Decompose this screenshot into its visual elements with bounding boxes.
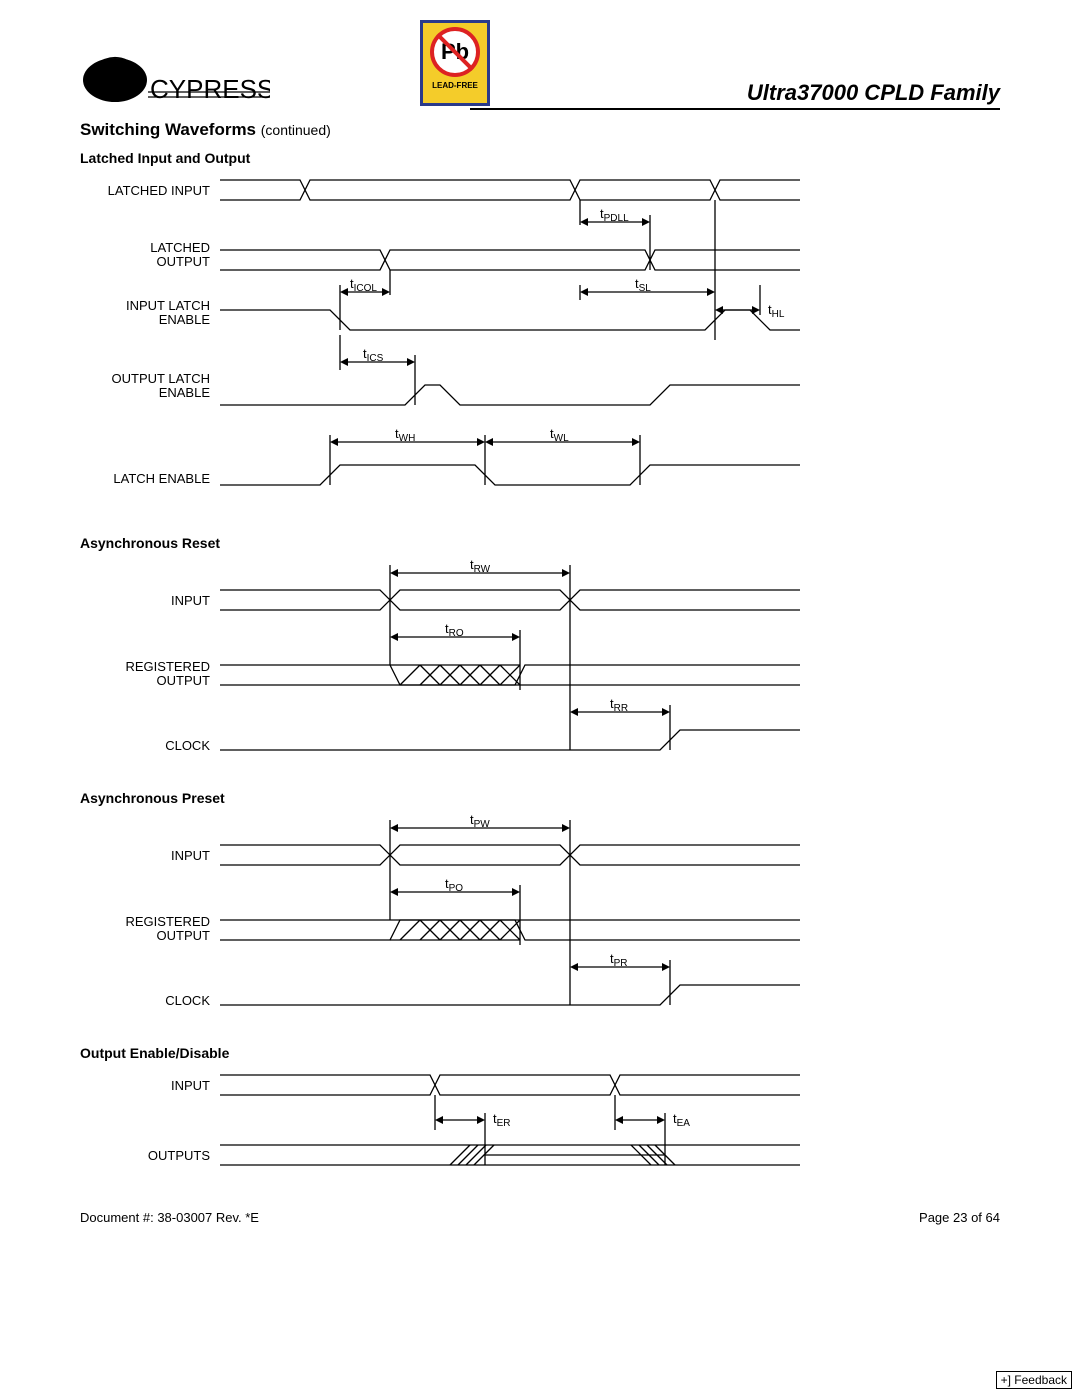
page-footer: Document #: 38-03007 Rev. *E Page 23 of … bbox=[80, 1210, 1000, 1225]
svg-text:REGISTERED: REGISTERED bbox=[125, 914, 210, 929]
product-family-title: Ultra37000 CPLD Family bbox=[470, 80, 1000, 110]
svg-text:CLOCK: CLOCK bbox=[165, 738, 210, 753]
subsection-latched: Latched Input and Output bbox=[80, 150, 1000, 166]
svg-text:tPW: tPW bbox=[470, 812, 490, 830]
svg-text:OUTPUT: OUTPUT bbox=[157, 673, 211, 688]
svg-text:LATCHED: LATCHED bbox=[150, 240, 210, 255]
svg-text:CYPRESS: CYPRESS bbox=[150, 74, 270, 104]
svg-text:ENABLE: ENABLE bbox=[159, 385, 211, 400]
svg-text:LATCH ENABLE: LATCH ENABLE bbox=[113, 471, 210, 486]
svg-text:tSL: tSL bbox=[635, 276, 651, 294]
svg-text:tPDLL: tPDLL bbox=[600, 206, 629, 224]
page-header: CYPRESS Pb LEAD-FREE Ultra37000 CPLD Fam… bbox=[80, 20, 1000, 110]
svg-text:tRW: tRW bbox=[470, 557, 491, 575]
svg-text:REGISTERED: REGISTERED bbox=[125, 659, 210, 674]
svg-text:tPR: tPR bbox=[610, 951, 628, 969]
svg-text:OUTPUT: OUTPUT bbox=[157, 254, 211, 269]
subsection-output-enable: Output Enable/Disable bbox=[80, 1045, 1000, 1061]
svg-text:LATCHED INPUT: LATCHED INPUT bbox=[108, 183, 210, 198]
svg-text:tWH: tWH bbox=[395, 426, 415, 444]
svg-text:tEA: tEA bbox=[673, 1111, 690, 1129]
svg-text:OUTPUTS: OUTPUTS bbox=[148, 1148, 210, 1163]
svg-text:INPUT LATCH: INPUT LATCH bbox=[126, 298, 210, 313]
svg-text:OUTPUT LATCH: OUTPUT LATCH bbox=[112, 371, 210, 386]
svg-text:INPUT: INPUT bbox=[171, 593, 210, 608]
subsection-async-reset: Asynchronous Reset bbox=[80, 535, 1000, 551]
feedback-button[interactable]: +] Feedback bbox=[996, 1371, 1072, 1389]
section-heading: Switching Waveforms (continued) bbox=[80, 120, 1000, 140]
svg-text:tRR: tRR bbox=[610, 696, 628, 714]
subsection-async-preset: Asynchronous Preset bbox=[80, 790, 1000, 806]
lead-free-badge: Pb LEAD-FREE bbox=[420, 20, 490, 106]
diagram-latched: LATCHED INPUT tPDLL LATCHED OUTPUT tICOL bbox=[80, 170, 1000, 525]
svg-text:ENABLE: ENABLE bbox=[159, 312, 211, 327]
svg-text:tPO: tPO bbox=[445, 876, 463, 894]
svg-text:INPUT: INPUT bbox=[171, 1078, 210, 1093]
document-number: Document #: 38-03007 Rev. *E bbox=[80, 1210, 259, 1225]
diagram-async-reset: tRW INPUT tRO REGISTERED OUTPUT bbox=[80, 555, 1000, 780]
svg-text:tHL: tHL bbox=[768, 302, 785, 320]
svg-text:tICS: tICS bbox=[363, 346, 384, 364]
diagram-async-preset: tPW INPUT tPO REGISTERED OUTPUT tPR bbox=[80, 810, 1000, 1035]
svg-text:tER: tER bbox=[493, 1111, 511, 1129]
svg-text:tWL: tWL bbox=[550, 426, 569, 444]
svg-text:tRO: tRO bbox=[445, 621, 464, 639]
svg-text:tICOL: tICOL bbox=[350, 276, 377, 294]
svg-text:OUTPUT: OUTPUT bbox=[157, 928, 211, 943]
page-number: Page 23 of 64 bbox=[919, 1210, 1000, 1225]
company-logo: CYPRESS bbox=[80, 30, 270, 110]
diagram-output-enable: INPUT tER tEA OUTPUTS bbox=[80, 1065, 1000, 1180]
svg-text:CLOCK: CLOCK bbox=[165, 993, 210, 1008]
svg-text:INPUT: INPUT bbox=[171, 848, 210, 863]
